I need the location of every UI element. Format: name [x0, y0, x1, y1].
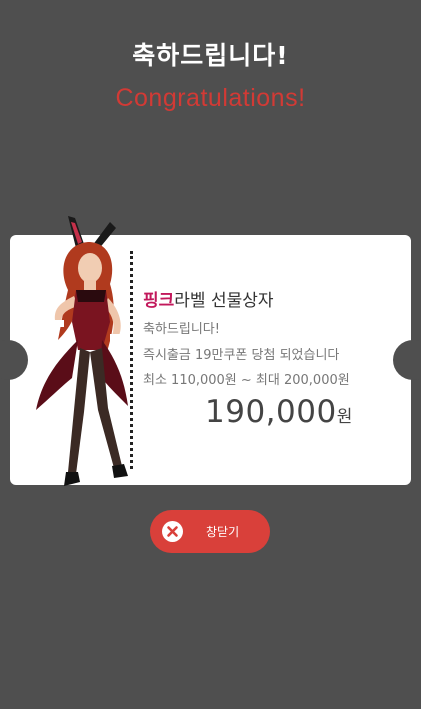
bunny-girl-illustration: [36, 216, 128, 486]
prize-amount-unit: 원: [336, 407, 353, 427]
congrats-message: 축하드립니다!: [143, 322, 220, 337]
coupon-message: 즉시출금 19만쿠폰 당첨 되었습니다: [143, 348, 340, 363]
prize-range: 최소 110,000원 ~ 최대 200,000원: [143, 373, 350, 388]
close-window-button[interactable]: 창닫기: [150, 510, 270, 553]
prize-amount: 190,000원: [205, 394, 352, 430]
close-window-label: 창닫기: [206, 525, 240, 539]
prize-name-accent: 핑크: [143, 291, 175, 311]
prize-name: 핑크라벨 선물상자: [143, 286, 274, 311]
close-circle-icon: [162, 521, 183, 542]
congrats-title-english: Congratulations!: [115, 84, 306, 112]
prize-amount-value: 190,000: [205, 394, 337, 430]
prize-name-rest: 라벨 선물상자: [174, 291, 274, 311]
ticket-notch-right: [393, 340, 421, 380]
congrats-title-korean: 축하드립니다!: [132, 41, 289, 70]
ticket-notch-left: [0, 340, 28, 380]
